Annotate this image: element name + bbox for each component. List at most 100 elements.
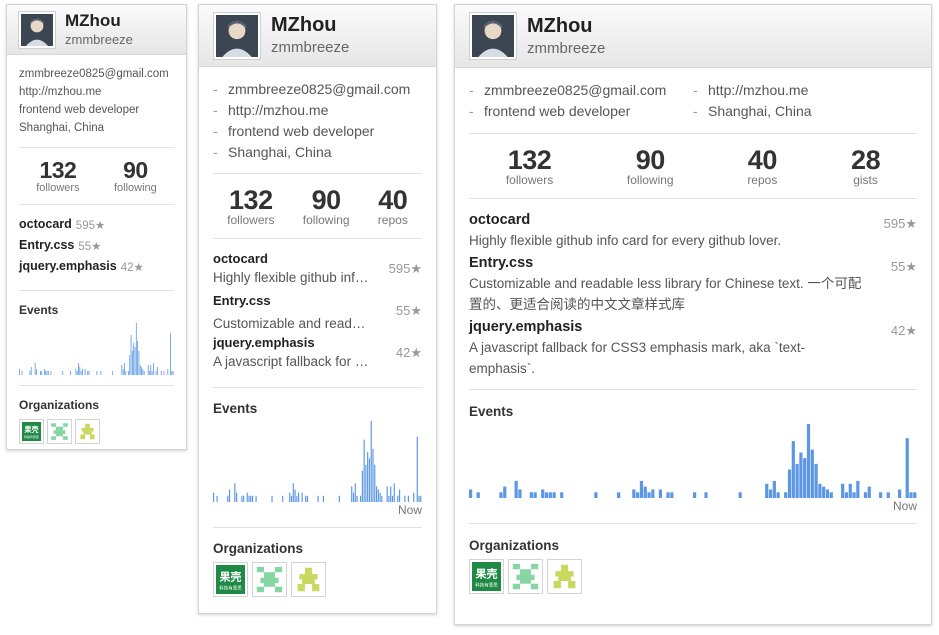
events-bar xyxy=(147,365,149,376)
events-bar xyxy=(799,452,803,499)
following-stat[interactable]: 90 following xyxy=(627,147,674,187)
repo-list: octocard Highly flexible github info car… xyxy=(469,199,917,379)
events-bar xyxy=(594,492,598,499)
repo-name[interactable]: octocard xyxy=(213,251,371,266)
email-link[interactable]: zmmbreeze0825@gmail.com xyxy=(213,79,422,100)
events-bar xyxy=(784,492,788,499)
repo-name[interactable]: Entry.css xyxy=(213,293,371,308)
yellow-pixel-logo-icon[interactable] xyxy=(547,559,582,595)
events-bar xyxy=(351,486,353,503)
events-bar xyxy=(36,369,37,376)
events-bar xyxy=(856,481,860,499)
events-bar xyxy=(825,489,830,499)
events-bar xyxy=(21,371,23,376)
events-bar xyxy=(375,486,378,503)
repos-stat[interactable]: 40 repos xyxy=(747,147,777,187)
divider xyxy=(213,527,422,529)
events-bar xyxy=(738,492,742,499)
green-pixel-logo-icon[interactable] xyxy=(47,419,72,445)
repos-label: repos xyxy=(377,213,408,227)
events-bar xyxy=(121,365,123,376)
repo-item[interactable]: Entry.css 55★ xyxy=(19,238,174,259)
events-bar xyxy=(70,371,72,376)
events-bar xyxy=(251,495,254,503)
guokr-logo-icon[interactable]: 果壳 科技有意思 xyxy=(19,419,44,445)
guokr-logo-icon[interactable]: 果壳 科技有意思 xyxy=(469,559,504,595)
events-bar xyxy=(658,489,663,499)
org-label: 果壳 xyxy=(220,570,242,584)
repo-item[interactable]: octocard 595★ xyxy=(19,217,174,238)
website-link[interactable]: http://mzhou.me xyxy=(693,80,917,101)
repo-item[interactable]: Entry.css Customizable and readable less… xyxy=(469,255,917,315)
repo-name[interactable]: jquery.emphasis xyxy=(213,335,371,350)
email-link[interactable]: zmmbreeze0825@gmail.com xyxy=(469,80,693,101)
repo-name[interactable]: Entry.css xyxy=(19,238,74,252)
events-bar xyxy=(80,371,82,376)
events-bar xyxy=(322,495,324,503)
events-bar xyxy=(352,492,355,503)
repo-list: octocard 595★ Entry.css 55★ jquery.empha… xyxy=(19,205,174,280)
events-bar xyxy=(413,492,415,503)
repo-name[interactable]: jquery.emphasis xyxy=(469,319,864,335)
repos-stat[interactable]: 40 repos xyxy=(378,187,408,227)
repo-item[interactable]: Entry.css Customizable and readable less… xyxy=(213,293,422,335)
events-bar xyxy=(806,424,811,499)
profile-name[interactable]: MZhou xyxy=(65,12,133,30)
yellow-pixel-logo-icon[interactable] xyxy=(291,562,326,598)
events-bar xyxy=(388,495,390,503)
repo-item[interactable]: jquery.emphasis 42★ xyxy=(19,259,174,280)
followers-stat[interactable]: 132 followers xyxy=(506,147,553,187)
events-bar xyxy=(647,492,651,499)
email-link[interactable]: zmmbreeze0825@gmail.com xyxy=(19,65,174,83)
events-bar xyxy=(381,495,383,503)
gists-stat[interactable]: 28 gists xyxy=(851,147,881,187)
events-bar xyxy=(62,371,64,376)
profile-login[interactable]: zmmbreeze xyxy=(65,33,133,47)
events-bar xyxy=(639,481,644,499)
repo-name[interactable]: octocard xyxy=(469,212,864,228)
guokr-logo-icon[interactable]: 果壳 科技有意思 xyxy=(213,562,248,598)
events-bar xyxy=(848,483,852,499)
events-bar xyxy=(499,492,503,499)
profile-name[interactable]: MZhou xyxy=(271,15,349,36)
repo-name[interactable]: Entry.css xyxy=(469,255,864,271)
events-bar xyxy=(248,495,250,503)
events-bar xyxy=(47,371,49,376)
following-stat[interactable]: 90 following xyxy=(114,159,157,195)
events-bar xyxy=(43,369,45,376)
profile-info-list: zmmbreeze0825@gmail.com http://mzhou.me … xyxy=(469,80,917,122)
events-bar xyxy=(693,492,697,499)
repo-description: Customizable and readable less library f… xyxy=(213,316,371,332)
followers-stat[interactable]: 132 followers xyxy=(36,159,80,195)
events-bar xyxy=(368,458,371,503)
yellow-pixel-logo-icon[interactable] xyxy=(75,419,100,445)
events-bar xyxy=(818,483,822,499)
repo-name[interactable]: octocard xyxy=(19,217,72,231)
events-bar xyxy=(317,495,319,503)
avatar[interactable] xyxy=(18,10,56,49)
repo-item[interactable]: jquery.emphasis A javascript fallback fo… xyxy=(469,319,917,379)
profile-info-list: zmmbreeze0825@gmail.com http://mzhou.me … xyxy=(213,79,422,163)
org-sublabel: 科技有意思 xyxy=(24,434,39,439)
avatar[interactable] xyxy=(469,12,517,60)
green-pixel-logo-icon[interactable] xyxy=(252,562,287,598)
repo-stars: 595★ xyxy=(75,220,106,233)
website-link[interactable]: http://mzhou.me xyxy=(213,100,422,121)
green-pixel-logo-icon[interactable] xyxy=(508,559,543,595)
stats: 132 followers 90 following 40 repos xyxy=(213,174,422,238)
website-link[interactable]: http://mzhou.me xyxy=(19,83,174,101)
followers-label: followers xyxy=(36,182,80,194)
repo-item[interactable]: octocard Highly flexible github info car… xyxy=(469,212,917,251)
profile-login[interactable]: zmmbreeze xyxy=(527,40,605,57)
repo-item[interactable]: jquery.emphasis A javascript fallback fo… xyxy=(213,335,422,377)
following-stat[interactable]: 90 following xyxy=(303,187,350,227)
events-bar xyxy=(290,495,293,503)
profile-login[interactable]: zmmbreeze xyxy=(271,40,349,56)
avatar[interactable] xyxy=(213,11,261,60)
repo-name[interactable]: jquery.emphasis xyxy=(19,259,117,273)
profile-name[interactable]: MZhou xyxy=(527,15,605,37)
repo-item[interactable]: octocard Highly flexible github info car… xyxy=(213,251,422,293)
events-bar xyxy=(386,486,388,503)
events-bar xyxy=(150,365,152,376)
followers-stat[interactable]: 132 followers xyxy=(227,187,274,227)
